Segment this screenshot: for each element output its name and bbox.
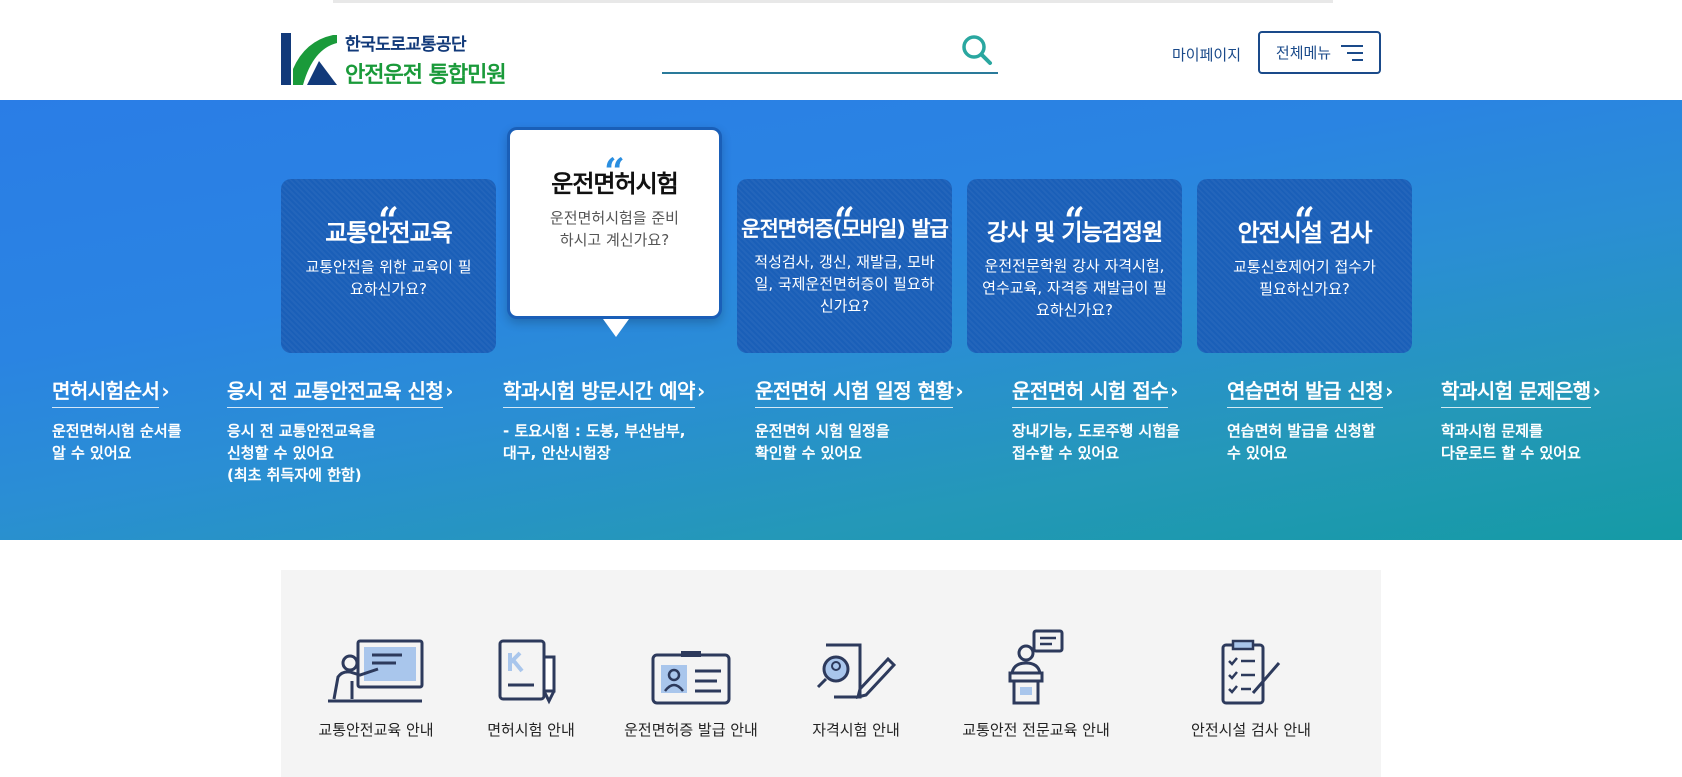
- card-desc: 교통신호제어기 접수가 필요하신가요?: [1233, 258, 1376, 298]
- service-title: 학과시험 문제은행: [1441, 375, 1591, 408]
- card-title: 강사 및 기능검정원: [986, 220, 1163, 246]
- service-title: 학과시험 방문시간 예약: [503, 375, 695, 408]
- chevron-right-icon: ›: [1385, 379, 1394, 403]
- exam-pencil-icon: [816, 643, 896, 700]
- card-instructor-examiner[interactable]: “ 강사 및 기능검정원 운전전문학원 강사 자격시험, 연수교육, 자격증 재…: [967, 179, 1182, 353]
- search-input[interactable]: [662, 36, 952, 68]
- card-title: 운전면허시험: [551, 170, 678, 198]
- service-exam-schedule[interactable]: 운전면허 시험 일정 현황 › 운전면허 시험 일정을 확인할 수 있어요: [755, 375, 964, 464]
- service-written-exam-reservation[interactable]: 학과시험 방문시간 예약 › - 토요시험 : 도봉, 부산남부, 대구, 안산시…: [503, 375, 705, 464]
- chevron-right-icon: ›: [161, 379, 170, 403]
- quote-icon: “: [834, 200, 855, 242]
- service-desc: 장내기능, 도로주행 시험을 접수할 수 있어요: [1012, 422, 1180, 462]
- quick-item-label: 면허시험 안내: [487, 721, 575, 739]
- quick-item-label: 운전면허증 발급 안내: [624, 721, 758, 739]
- card-desc: 운전전문학원 강사 자격시험, 연수교육, 자격증 재발급이 필요하신가요?: [982, 257, 1167, 319]
- card-desc: 운전면허시험을 준비하시고 계신가요?: [550, 209, 679, 249]
- all-menu-button[interactable]: 전체메뉴: [1258, 31, 1381, 74]
- card-license-exam[interactable]: “ 운전면허시험 운전면허시험을 준비하시고 계신가요?: [507, 127, 722, 319]
- quick-item-qualification-exam[interactable]: 자격시험 안내: [796, 625, 916, 740]
- quick-item-license-exam[interactable]: 면허시험 안내: [476, 625, 586, 740]
- service-desc: 학과시험 문제를 다운로드 할 수 있어요: [1441, 422, 1581, 462]
- quick-item-label: 교통안전교육 안내: [318, 721, 434, 739]
- quote-icon: “: [378, 200, 399, 242]
- card-desc: 교통안전을 위한 교육이 필요하신가요?: [305, 258, 472, 298]
- quote-icon: “: [1294, 200, 1315, 242]
- quote-icon: “: [604, 151, 625, 193]
- card-title: 운전면허증(모바일) 발급: [741, 217, 949, 241]
- quick-item-label: 자격시험 안내: [812, 721, 900, 739]
- service-desc: 응시 전 교통안전교육을 신청할 수 있어요 (최초 취득자에 한함): [227, 422, 376, 484]
- service-license-exam-order[interactable]: 면허시험순서 › 운전면허시험 순서를 알 수 있어요: [52, 375, 181, 464]
- site-logo[interactable]: 한국도로교통공단 안전운전 통합민원: [281, 30, 541, 88]
- service-exam-registration[interactable]: 운전면허 시험 접수 › 장내기능, 도로주행 시험을 접수할 수 있어요: [1012, 375, 1180, 464]
- quick-item-license-issue[interactable]: 운전면허증 발급 안내: [616, 625, 766, 740]
- quick-menu: 교통안전교육 안내 면허시험 안내 운전면허증 발급 안내 자격시험 안내 교통…: [281, 570, 1381, 777]
- koroad-logo-icon: [281, 33, 337, 85]
- service-learner-permit[interactable]: 연습면허 발급 신청 › 연습면허 발급을 신청할 수 있어요: [1227, 375, 1393, 464]
- service-title: 운전면허 시험 접수: [1012, 375, 1169, 408]
- logo-org-name: 한국도로교통공단: [345, 34, 467, 55]
- lecture-icon: [328, 639, 424, 703]
- service-desc: 운전면허시험 순서를 알 수 있어요: [52, 422, 182, 462]
- chevron-right-icon: ›: [955, 379, 964, 403]
- service-title: 연습면허 발급 신청: [1227, 375, 1384, 408]
- chevron-right-icon: ›: [696, 379, 706, 403]
- quick-item-label: 안전시설 검사 안내: [1191, 721, 1311, 739]
- all-menu-label: 전체메뉴: [1275, 44, 1332, 62]
- id-card-icon: [651, 651, 731, 705]
- speaker-podium-icon: [1008, 629, 1064, 705]
- quick-item-education[interactable]: 교통안전교육 안내: [311, 625, 441, 740]
- top-strip: [333, 0, 1333, 3]
- service-desc: - 토요시험 : 도봉, 부산남부, 대구, 안산시험장: [503, 422, 686, 462]
- service-title: 면허시험순서: [52, 375, 160, 408]
- quick-item-label: 교통안전 전문교육 안내: [962, 721, 1110, 739]
- quote-icon: “: [1064, 200, 1085, 242]
- card-title: 교통안전교육: [325, 219, 452, 247]
- chevron-right-icon: ›: [1170, 379, 1179, 403]
- service-title: 운전면허 시험 일정 현황: [755, 375, 954, 408]
- site-header: 한국도로교통공단 안전운전 통합민원 마이페이지 전체메뉴: [0, 0, 1682, 100]
- card-desc: 적성검사, 갱신, 재발급, 모바일, 국제운전면허증이 필요하신가요?: [754, 253, 935, 315]
- card-license-issue[interactable]: “ 운전면허증(모바일) 발급 적성검사, 갱신, 재발급, 모바일, 국제운전…: [737, 179, 952, 353]
- quick-item-facility-inspection[interactable]: 안전시설 검사 안내: [1181, 625, 1321, 740]
- checklist-icon: [1221, 639, 1281, 705]
- search-bar: [662, 30, 998, 74]
- chevron-right-icon: ›: [445, 379, 454, 403]
- active-card-pointer: [603, 319, 629, 337]
- service-desc: 운전면허 시험 일정을 확인할 수 있어요: [755, 422, 890, 462]
- quick-item-expert-education[interactable]: 교통안전 전문교육 안내: [946, 625, 1126, 740]
- license-book-icon: [498, 639, 556, 705]
- card-safety-facility[interactable]: “ 안전시설 검사 교통신호제어기 접수가 필요하신가요?: [1197, 179, 1412, 353]
- search-button[interactable]: [960, 34, 994, 68]
- search-icon: [962, 35, 992, 65]
- card-title: 안전시설 검사: [1237, 219, 1373, 247]
- service-desc: 연습면허 발급을 신청할 수 있어요: [1227, 422, 1376, 462]
- service-pre-exam-education[interactable]: 응시 전 교통안전교육 신청 › 응시 전 교통안전교육을 신청할 수 있어요 (…: [227, 375, 454, 486]
- service-title: 응시 전 교통안전교육 신청: [227, 375, 444, 408]
- chevron-right-icon: ›: [1592, 379, 1601, 403]
- mypage-link[interactable]: 마이페이지: [1172, 44, 1241, 65]
- card-traffic-safety-education[interactable]: “ 교통안전교육 교통안전을 위한 교육이 필요하신가요?: [281, 179, 496, 353]
- logo-site-name: 안전운전 통합민원: [345, 62, 507, 88]
- service-question-bank[interactable]: 학과시험 문제은행 › 학과시험 문제를 다운로드 할 수 있어요: [1441, 375, 1601, 464]
- hamburger-icon: [1341, 44, 1364, 61]
